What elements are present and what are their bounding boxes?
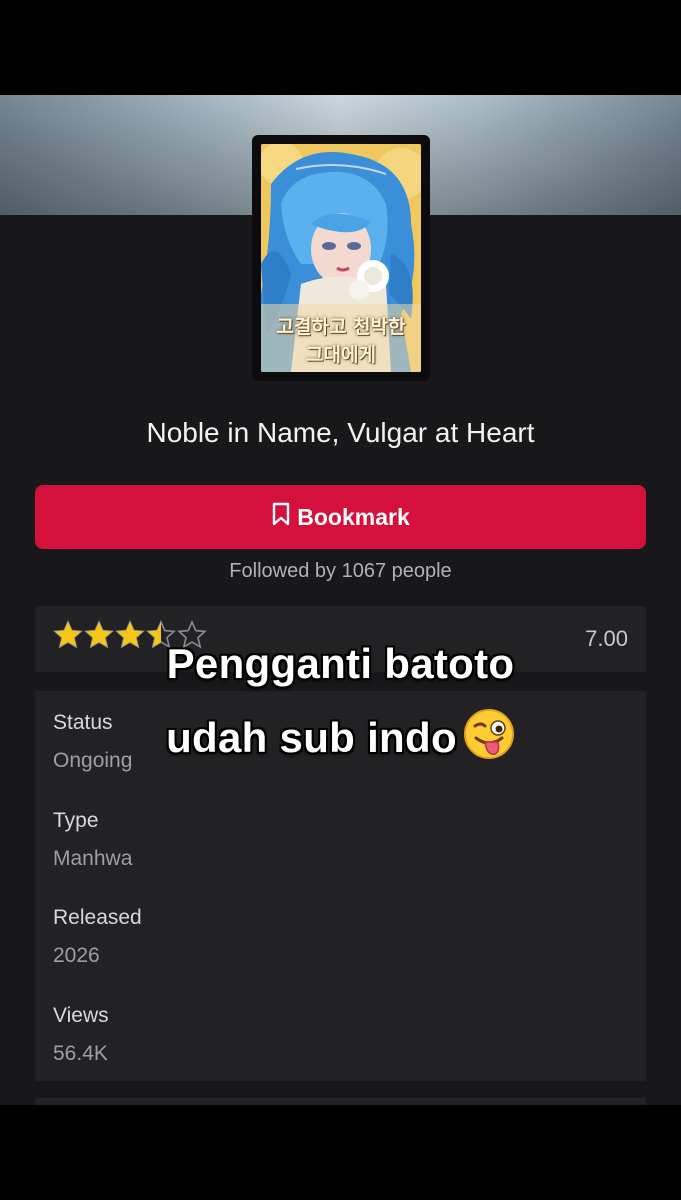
cover-title-korean-line1: 고결하고 천박한	[276, 316, 406, 338]
views-label: Views	[53, 1004, 109, 1027]
type-value: Manhwa	[53, 847, 133, 870]
manga-detail-page: 고결하고 천박한 그대에게 Noble in Name, Vulgar at H…	[0, 95, 681, 1105]
cover-frame: 고결하고 천박한 그대에게	[252, 135, 430, 381]
next-panel-edge	[35, 1098, 646, 1105]
overlay-caption-line2-text: udah sub indo	[166, 714, 457, 761]
manga-title: Noble in Name, Vulgar at Heart	[146, 417, 535, 448]
released-value: 2026	[53, 944, 100, 967]
bookmark-icon	[271, 502, 291, 532]
followers-count: Followed by 1067 people	[229, 560, 452, 582]
cover-image[interactable]: 고결하고 천박한 그대에게	[261, 144, 421, 372]
bookmark-button-label: Bookmark	[297, 503, 410, 530]
overlay-caption-line2: udah sub indo	[0, 708, 681, 762]
cover-title-korean-line2: 그대에게	[306, 344, 376, 366]
winking-face-with-tongue-icon	[463, 708, 515, 760]
released-label: Released	[53, 906, 142, 929]
overlay-caption-line1: Pengganti batoto	[166, 640, 515, 687]
type-label: Type	[53, 809, 99, 832]
views-value: 56.4K	[53, 1042, 108, 1065]
bookmark-button[interactable]: Bookmark	[35, 485, 646, 549]
